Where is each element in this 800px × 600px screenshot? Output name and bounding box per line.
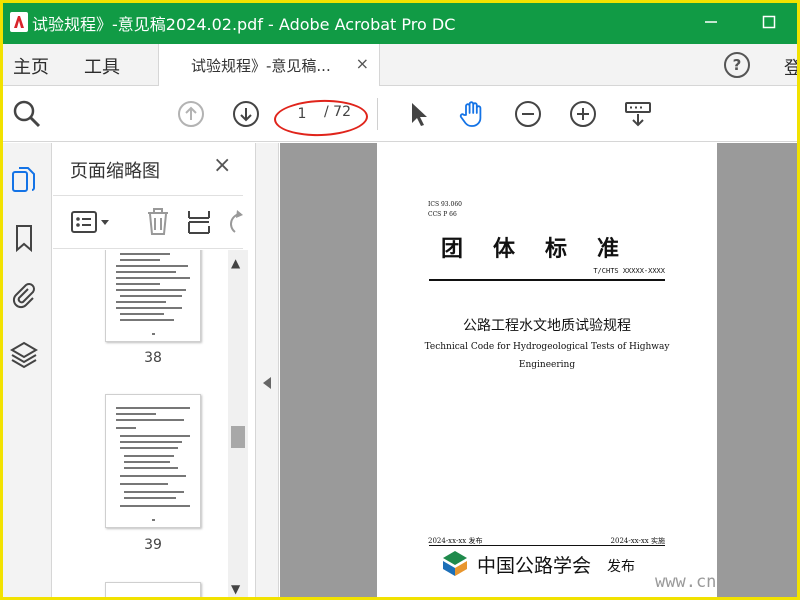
document-tab[interactable]: 试验规程》-意见稿... ×	[158, 44, 380, 86]
thumbnail-label: 39	[144, 537, 162, 553]
thumbnail-label: 38	[144, 350, 162, 366]
maximize-icon	[762, 15, 776, 29]
issue-label: 发布	[607, 559, 635, 575]
window-title: 试验规程》-意见稿2024.02.pdf - Adobe Acrobat Pro…	[32, 15, 456, 34]
thumbnail-page-38[interactable]	[105, 250, 201, 342]
society-logo-icon	[443, 551, 467, 576]
select-cursor-icon[interactable]	[403, 98, 435, 130]
standard-number: T/CHTS XXXXX-XXXX	[593, 267, 665, 275]
collapse-arrow-icon[interactable]	[263, 377, 271, 389]
chinese-title: 公路工程水文地质试验规程	[463, 318, 631, 334]
zoom-out-icon[interactable]	[512, 98, 544, 130]
navigation-rail	[0, 143, 52, 600]
page-thumbnails-icon[interactable]	[10, 165, 38, 195]
scroll-down-icon[interactable]: ▼	[231, 582, 240, 596]
help-icon[interactable]: ?	[724, 52, 750, 78]
thumbnail-page-40[interactable]	[105, 582, 201, 600]
insert-page-icon[interactable]	[186, 208, 212, 236]
acrobat-icon	[10, 12, 28, 32]
english-title-line-1: Technical Code for Hydrogeological Tests…	[424, 342, 670, 352]
document-view[interactable]: ICS 93.060 CCS P 66 团体标准 T/CHTS XXXXX-XX…	[280, 143, 800, 600]
keyboard-scroll-icon[interactable]	[622, 98, 654, 130]
search-zoom-icon[interactable]	[11, 98, 43, 130]
maximize-button[interactable]	[746, 0, 792, 44]
title-rule	[429, 279, 665, 281]
panel-close-icon[interactable]: ×	[213, 153, 231, 178]
page-down-icon[interactable]	[230, 98, 262, 130]
thumbnails-scrollbar[interactable]: ▲ ▼	[228, 250, 248, 600]
english-title-line-2: Engineering	[518, 360, 576, 370]
minimize-button[interactable]	[688, 0, 734, 44]
watermark-text: www.cn	[655, 572, 717, 592]
standard-title: 团体标准	[441, 237, 650, 262]
ccs-code: CCS P 66	[428, 211, 457, 218]
ics-code: ICS 93.060	[428, 201, 462, 208]
thumbnail-page-39[interactable]	[105, 394, 201, 528]
document-tab-label: 试验规程》-意见稿...	[191, 57, 331, 75]
scrollbar-thumb[interactable]	[231, 426, 245, 448]
thumbnail-options-icon[interactable]	[71, 210, 111, 236]
rotate-page-icon[interactable]	[225, 210, 243, 234]
delete-page-icon[interactable]	[145, 208, 171, 236]
layers-icon[interactable]	[10, 339, 38, 369]
page-up-icon[interactable]	[175, 98, 207, 130]
signin-link[interactable]: 登	[784, 54, 800, 80]
minimize-icon	[705, 21, 717, 23]
toolbar-divider	[377, 98, 378, 130]
zoom-in-icon[interactable]	[567, 98, 599, 130]
panel-collapse-strip[interactable]	[256, 143, 279, 600]
menu-tools[interactable]: 工具	[84, 53, 120, 79]
society-name: 中国公路学会	[477, 555, 592, 577]
date-rule	[429, 545, 665, 546]
document-page: ICS 93.060 CCS P 66 团体标准 T/CHTS XXXXX-XX…	[377, 143, 717, 600]
title-bar: 试验规程》-意见稿2024.02.pdf - Adobe Acrobat Pro…	[0, 0, 800, 44]
attachment-icon[interactable]	[10, 280, 38, 310]
scroll-up-icon[interactable]: ▲	[231, 256, 240, 270]
thumbnails-panel: 页面缩略图 × 38 39 ▲ ▼	[53, 143, 256, 600]
bookmark-icon[interactable]	[10, 223, 38, 253]
toolbar: 1 / 72	[0, 86, 800, 142]
document-tab-close-icon[interactable]: ×	[356, 54, 369, 73]
menu-home[interactable]: 主页	[13, 53, 49, 79]
panel-toolbar	[53, 195, 243, 249]
hand-tool-icon[interactable]	[457, 98, 489, 130]
panel-title: 页面缩略图	[70, 161, 160, 182]
thumbnails-list: 38 39	[53, 250, 231, 600]
menu-bar: 主页 工具 试验规程》-意见稿... × ? 登	[0, 44, 800, 86]
